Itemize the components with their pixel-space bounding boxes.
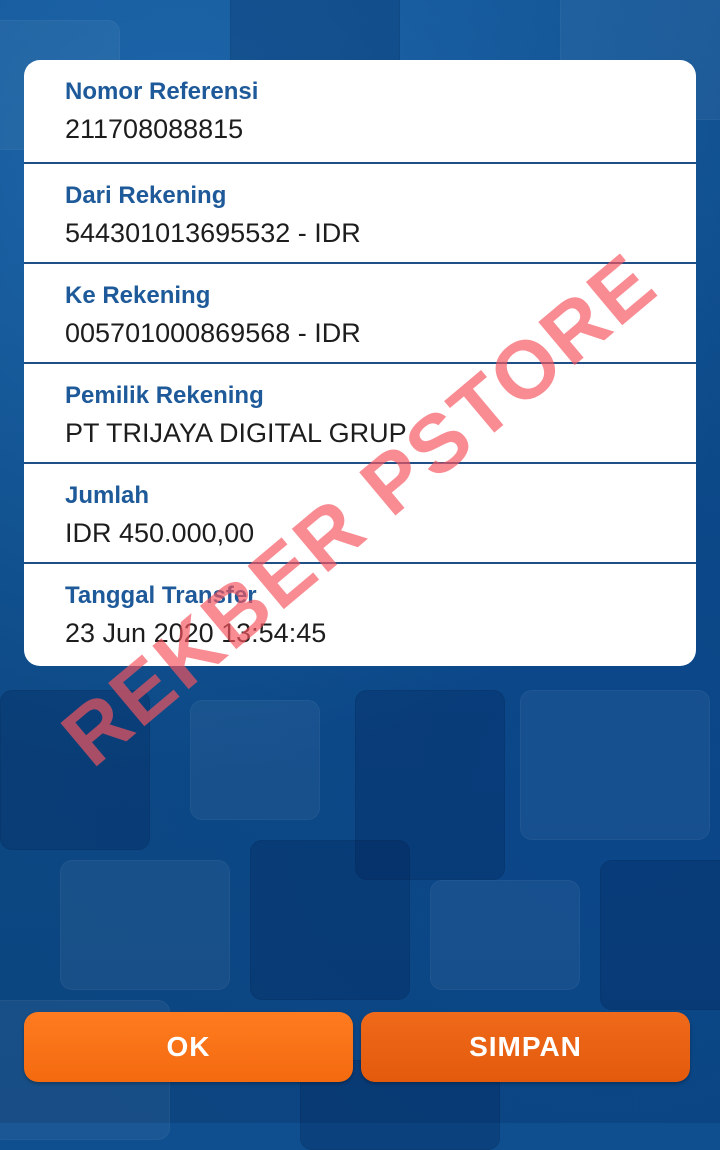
ok-button[interactable]: OK <box>24 1012 353 1082</box>
background-tile <box>520 690 710 840</box>
transfer-details-card: Nomor Referensi 211708088815 Dari Rekeni… <box>24 60 696 666</box>
source-account-label: Dari Rekening <box>65 182 227 209</box>
destination-account-value: 005701000869568 - IDR <box>65 318 361 348</box>
background-tile <box>600 860 720 1010</box>
amount-label: Jumlah <box>65 482 150 509</box>
transfer-date-value: 23 Jun 2020 13:54:45 <box>65 618 327 648</box>
detail-row-destination-account: Ke Rekening 005701000869568 - IDR <box>24 264 696 364</box>
source-account-value: 544301013695532 - IDR <box>65 218 361 248</box>
background-tile <box>250 840 410 1000</box>
detail-row-source-account: Dari Rekening 544301013695532 - IDR <box>24 164 696 264</box>
detail-row-amount: Jumlah IDR 450.000,00 <box>24 464 696 564</box>
amount-value: IDR 450.000,00 <box>65 518 255 548</box>
reference-number-value: 211708088815 <box>65 114 244 144</box>
transfer-date-label: Tanggal Transfer <box>65 582 257 609</box>
background-tile <box>60 860 230 990</box>
detail-row-reference-number: Nomor Referensi 211708088815 <box>24 60 696 164</box>
background-tile <box>430 880 580 990</box>
destination-account-label: Ke Rekening <box>65 282 211 309</box>
reference-number-label: Nomor Referensi <box>65 78 259 105</box>
background-tile <box>190 700 320 820</box>
detail-row-transfer-date: Tanggal Transfer 23 Jun 2020 13:54:45 <box>24 564 696 666</box>
account-owner-label: Pemilik Rekening <box>65 382 264 409</box>
save-button[interactable]: SIMPAN <box>361 1012 690 1082</box>
background-tile <box>0 690 150 850</box>
account-owner-value: PT TRIJAYA DIGITAL GRUP <box>65 418 407 448</box>
detail-row-account-owner: Pemilik Rekening PT TRIJAYA DIGITAL GRUP <box>24 364 696 464</box>
